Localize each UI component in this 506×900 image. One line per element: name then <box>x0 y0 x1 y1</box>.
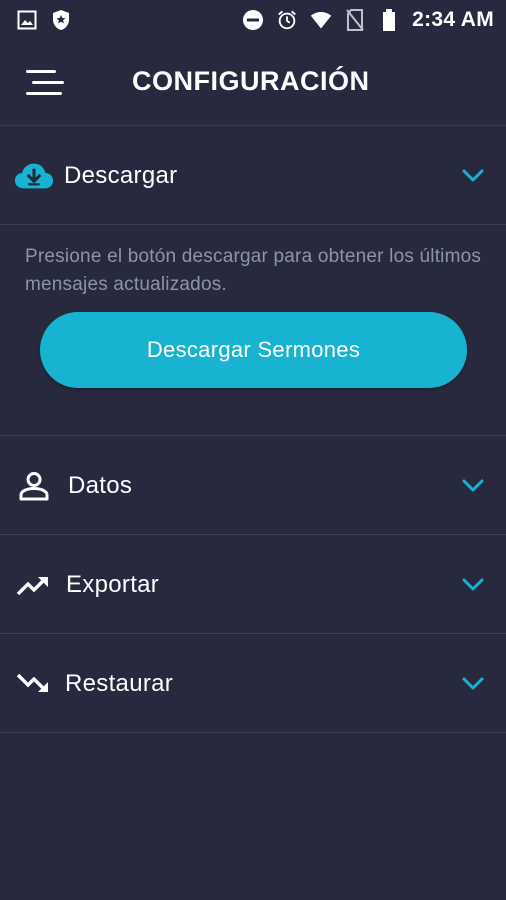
trending-down-icon <box>14 668 54 700</box>
chevron-down-icon[interactable] <box>462 479 484 493</box>
status-bar: 2:34 AM <box>0 0 506 40</box>
dnd-icon <box>242 9 264 31</box>
datos-label: Datos <box>68 471 133 499</box>
restaurar-label: Restaurar <box>65 669 174 697</box>
descargar-header[interactable]: Descargar <box>0 127 506 225</box>
trending-up-icon <box>14 569 54 601</box>
exportar-label: Exportar <box>66 570 160 598</box>
alarm-icon <box>276 9 298 31</box>
chevron-down-icon[interactable] <box>462 677 484 691</box>
section-restaurar: Restaurar <box>0 635 506 733</box>
descargar-description: Presione el botón descargar para obtener… <box>25 246 482 295</box>
clock: 2:34 AM <box>412 8 494 31</box>
exportar-header[interactable]: Exportar <box>0 536 506 634</box>
descargar-panel: Presione el botón descargar para obtener… <box>0 226 506 436</box>
app-bar: CONFIGURACIÓN <box>0 40 506 126</box>
wifi-icon <box>310 9 332 31</box>
cloud-download-icon <box>14 160 54 192</box>
shield-icon <box>50 9 72 31</box>
descargar-label: Descargar <box>64 161 178 189</box>
chevron-down-icon[interactable] <box>462 578 484 592</box>
image-icon <box>16 9 38 31</box>
section-datos: Datos <box>0 437 506 535</box>
chevron-down-icon[interactable] <box>462 169 484 183</box>
download-sermons-button[interactable]: Descargar Sermones <box>40 312 467 388</box>
battery-icon <box>378 9 400 31</box>
section-exportar: Exportar <box>0 536 506 634</box>
section-descargar: Descargar <box>0 127 506 225</box>
menu-icon[interactable] <box>26 68 66 98</box>
restaurar-header[interactable]: Restaurar <box>0 635 506 733</box>
page-title: CONFIGURACIÓN <box>132 66 370 96</box>
no-sim-icon <box>344 9 366 31</box>
datos-header[interactable]: Datos <box>0 437 506 535</box>
person-icon <box>14 470 54 502</box>
